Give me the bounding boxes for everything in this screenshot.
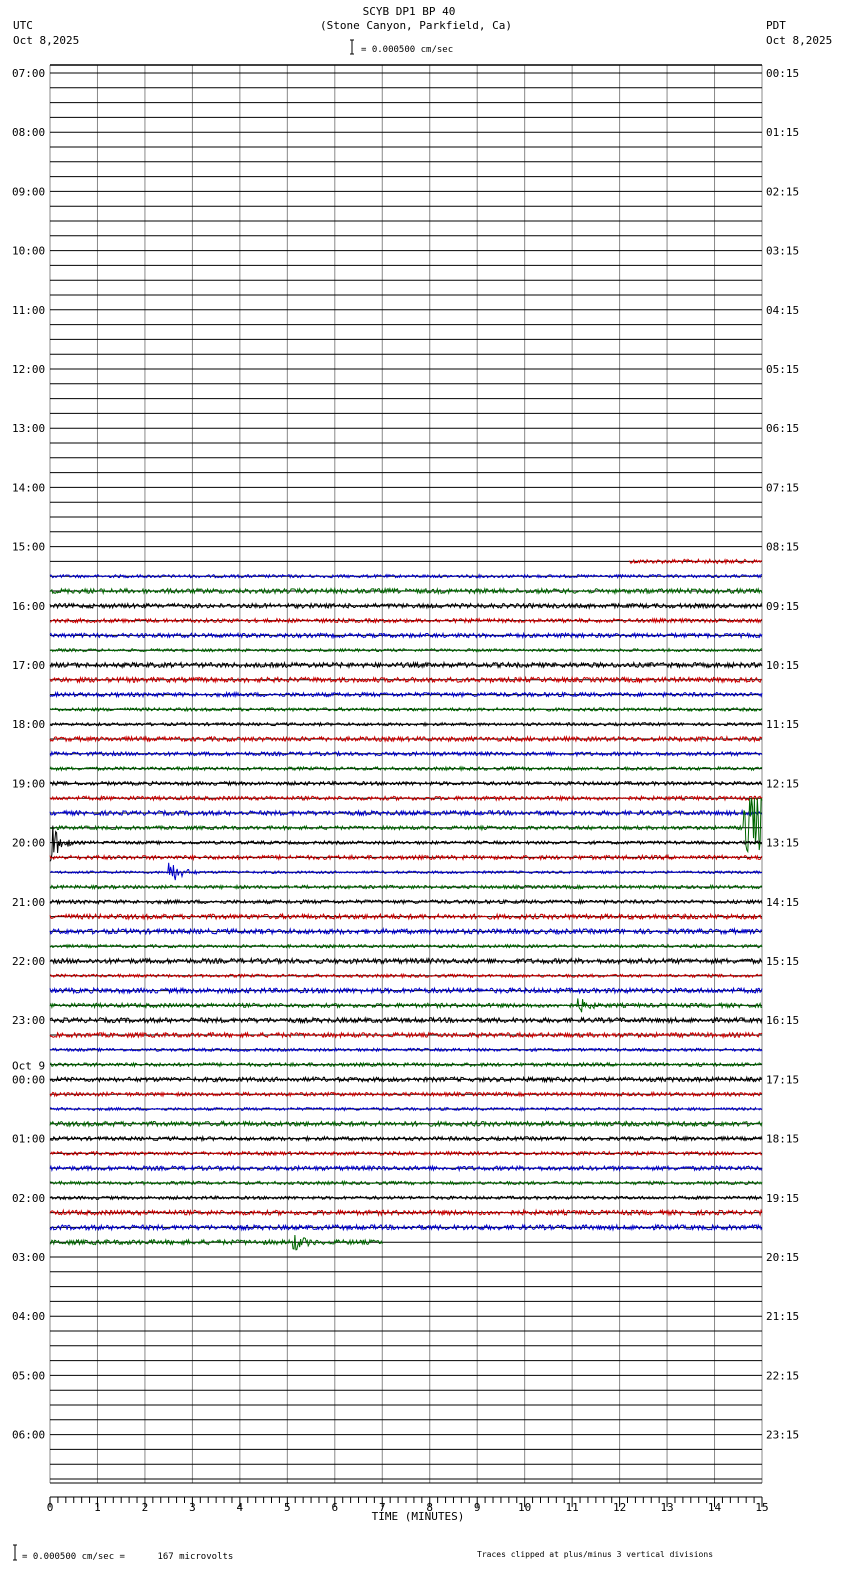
left-hour-label: 19:00 bbox=[12, 777, 45, 790]
right-hour-label: 14:15 bbox=[766, 896, 799, 909]
left-hour-label: 22:00 bbox=[12, 955, 45, 968]
footer-scale-label: = 0.000500 cm/sec = 167 microvolts bbox=[22, 1552, 233, 1562]
footer-scale-icon bbox=[13, 1544, 17, 1561]
right-hour-label: 04:15 bbox=[766, 304, 799, 317]
right-hour-label: 00:15 bbox=[766, 67, 799, 80]
x-tick-label: 13 bbox=[660, 1501, 673, 1514]
right-hour-label: 09:15 bbox=[766, 600, 799, 613]
right-hour-label: 16:15 bbox=[766, 1014, 799, 1027]
right-hour-label: 11:15 bbox=[766, 718, 799, 731]
left-hour-label: 03:00 bbox=[12, 1251, 45, 1264]
x-tick-label: 4 bbox=[237, 1501, 244, 1514]
left-hour-label: 16:00 bbox=[12, 600, 45, 613]
grid bbox=[49, 64, 763, 1484]
left-hour-label: 12:00 bbox=[12, 363, 45, 376]
scale-bar-icon bbox=[350, 39, 354, 55]
left-hour-label: 17:00 bbox=[12, 659, 45, 672]
right-hour-label: 02:15 bbox=[766, 185, 799, 198]
left-hour-label: 14:00 bbox=[12, 481, 45, 494]
left-hour-label: 11:00 bbox=[12, 304, 45, 317]
right-hour-label: 05:15 bbox=[766, 363, 799, 376]
left-hour-label: 07:00 bbox=[12, 67, 45, 80]
right-hour-label: 23:15 bbox=[766, 1429, 799, 1442]
right-hour-label: 22:15 bbox=[766, 1369, 799, 1382]
helicorder-page: SCYB DP1 BP 40 (Stone Canyon, Parkfield,… bbox=[0, 0, 850, 1584]
left-hour-label: 21:00 bbox=[12, 896, 45, 909]
right-hour-label: 06:15 bbox=[766, 422, 799, 435]
x-tick-label: 11 bbox=[566, 1501, 579, 1514]
left-hour-label: 18:00 bbox=[12, 718, 45, 731]
left-hour-label: 20:00 bbox=[12, 837, 45, 850]
trace-row-57 bbox=[49, 912, 763, 921]
x-tick-label: 9 bbox=[474, 1501, 481, 1514]
left-hour-label: 09:00 bbox=[12, 185, 45, 198]
traces bbox=[49, 557, 763, 1251]
trace-row-47 bbox=[49, 765, 763, 772]
left-timezone: UTC bbox=[13, 19, 33, 32]
left-hour-label: 23:00 bbox=[12, 1014, 45, 1027]
right-hour-label: 01:15 bbox=[766, 126, 799, 139]
right-hour-label: 10:15 bbox=[766, 659, 799, 672]
left-hour-label: 15:00 bbox=[12, 541, 45, 554]
trace-row-61 bbox=[49, 972, 763, 979]
left-hour-label: 10:00 bbox=[12, 245, 45, 258]
x-tick-label: 3 bbox=[189, 1501, 196, 1514]
clip-note: Traces clipped at plus/minus 3 vertical … bbox=[477, 1550, 713, 1559]
right-hour-label: 08:15 bbox=[766, 541, 799, 554]
x-tick-label: 0 bbox=[47, 1501, 54, 1514]
x-axis-label: TIME (MINUTES) bbox=[372, 1510, 465, 1523]
x-tick-label: 15 bbox=[755, 1501, 768, 1514]
right-hour-label: 21:15 bbox=[766, 1310, 799, 1323]
left-hour-label: 01:00 bbox=[12, 1133, 45, 1146]
x-tick-label: 14 bbox=[708, 1501, 722, 1514]
left-hour-label: 06:00 bbox=[12, 1429, 45, 1442]
right-hour-label: 17:15 bbox=[766, 1073, 799, 1086]
day-change-label: Oct 9 bbox=[12, 1059, 45, 1072]
scale-label: = 0.000500 cm/sec bbox=[361, 45, 453, 55]
trace-row-76 bbox=[49, 1194, 763, 1201]
x-tick-label: 10 bbox=[518, 1501, 531, 1514]
x-tick-label: 6 bbox=[331, 1501, 338, 1514]
right-hour-label: 12:15 bbox=[766, 777, 799, 790]
left-hour-label: 05:00 bbox=[12, 1369, 45, 1382]
trace-row-44 bbox=[49, 721, 763, 728]
right-hour-label: 07:15 bbox=[766, 481, 799, 494]
left-hour-label: 04:00 bbox=[12, 1310, 45, 1323]
right-hour-label: 18:15 bbox=[766, 1133, 799, 1146]
right-hour-label: 20:15 bbox=[766, 1251, 799, 1264]
chart-title: SCYB DP1 BP 40 bbox=[363, 5, 456, 18]
right-timezone: PDT bbox=[766, 19, 786, 32]
left-hour-label: 08:00 bbox=[12, 126, 45, 139]
right-date: Oct 8,2025 bbox=[766, 34, 832, 47]
left-hour-label: 00:00 bbox=[12, 1073, 45, 1086]
left-hour-label: 02:00 bbox=[12, 1192, 45, 1205]
left-date: Oct 8,2025 bbox=[13, 34, 79, 47]
trace-row-36 bbox=[49, 601, 763, 610]
x-tick-label: 5 bbox=[284, 1501, 291, 1514]
left-hour-label: 13:00 bbox=[12, 422, 45, 435]
chart-subtitle: (Stone Canyon, Parkfield, Ca) bbox=[320, 19, 512, 32]
trace-row-59 bbox=[49, 943, 763, 950]
right-hour-label: 15:15 bbox=[766, 955, 799, 968]
x-tick-label: 12 bbox=[613, 1501, 626, 1514]
trace-row-54 bbox=[50, 862, 763, 881]
x-tick-label: 2 bbox=[142, 1501, 149, 1514]
right-hour-label: 13:15 bbox=[766, 837, 799, 850]
x-tick-label: 1 bbox=[94, 1501, 101, 1514]
right-hour-label: 19:15 bbox=[766, 1192, 799, 1205]
right-hour-label: 03:15 bbox=[766, 245, 799, 258]
helicorder-chart: SCYB DP1 BP 40 (Stone Canyon, Parkfield,… bbox=[12, 5, 832, 1562]
